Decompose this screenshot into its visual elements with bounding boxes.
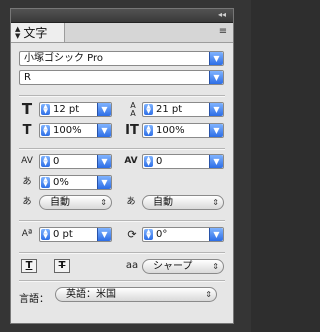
horizontal-scale-icon: IT bbox=[125, 123, 139, 138]
vertical-scale-icon: T bbox=[22, 123, 32, 138]
tracking-icon: AV bbox=[124, 156, 138, 166]
chevron-down-icon[interactable]: ▼ bbox=[97, 103, 111, 116]
tsume-field[interactable]: ▲ ▼ 0% ▼ bbox=[39, 175, 112, 190]
horizontal-scale-value: 100% bbox=[156, 125, 185, 136]
font-family-value: 小塚ゴシック Pro bbox=[24, 53, 104, 64]
separator bbox=[19, 220, 225, 222]
stepper-icon[interactable]: ▲ ▼ bbox=[144, 104, 153, 115]
chevron-down-icon[interactable]: ▼ bbox=[209, 155, 223, 168]
updown-icon: ⇕ bbox=[212, 262, 219, 271]
antialias-dropdown[interactable]: シャープ ⇕ bbox=[142, 259, 224, 274]
horizontal-scale-field[interactable]: ▲ ▼ 100% ▼ bbox=[142, 123, 224, 138]
tsume-value: 0% bbox=[53, 177, 69, 188]
stepper-icon[interactable]: ▲ ▼ bbox=[41, 177, 50, 188]
tracking-field[interactable]: ▲ ▼ 0 ▼ bbox=[142, 154, 224, 169]
tab-character[interactable]: ▲ ▼ 文字 bbox=[11, 23, 65, 42]
rotation-field[interactable]: ▲ ▼ 0° ▼ bbox=[142, 227, 224, 242]
stepper-icon[interactable]: ▲ ▼ bbox=[41, 125, 50, 136]
font-style-value: R bbox=[24, 72, 31, 83]
antialias-value: シャープ bbox=[153, 261, 193, 272]
language-value: 英語：米国 bbox=[66, 289, 116, 300]
updown-icon: ⇕ bbox=[212, 198, 219, 207]
tab-label: 文字 bbox=[23, 26, 48, 40]
rotation-value: 0° bbox=[156, 229, 168, 240]
underline-button[interactable]: T bbox=[21, 259, 37, 273]
aki-after-icon: あ bbox=[126, 197, 136, 207]
stepper-icon[interactable]: ▲ ▼ bbox=[144, 156, 153, 167]
stepper-icon[interactable]: ▲ ▼ bbox=[144, 229, 153, 240]
kerning-field[interactable]: ▲ ▼ 0 ▼ bbox=[39, 154, 112, 169]
rotation-icon: ⟳ bbox=[127, 228, 137, 241]
panel-menu-icon[interactable]: ≡ bbox=[216, 26, 230, 38]
chevron-down-icon[interactable]: ▼ bbox=[209, 228, 223, 241]
tab-row: ▲ ▼ 文字 ≡ bbox=[11, 23, 233, 43]
font-size-field[interactable]: ▲ ▼ 12 pt ▼ bbox=[39, 102, 112, 117]
font-family-dropdown[interactable]: 小塚ゴシック Pro ▼ bbox=[19, 51, 224, 66]
leading-field[interactable]: ▲ ▼ 21 pt ▼ bbox=[142, 102, 224, 117]
chevron-down-icon[interactable]: ▼ bbox=[97, 124, 111, 137]
stepper-icon[interactable]: ▲ ▼ bbox=[41, 229, 50, 240]
kerning-icon: AV bbox=[21, 156, 33, 166]
antialias-icon: aa bbox=[125, 260, 139, 271]
leading-value: 21 pt bbox=[156, 104, 183, 115]
vertical-scale-value: 100% bbox=[53, 125, 82, 136]
strikethrough-button[interactable]: T bbox=[54, 259, 70, 273]
aki-after-dropdown[interactable]: 自動 ⇕ bbox=[142, 195, 224, 210]
leading-icon: AA bbox=[130, 101, 136, 118]
baseline-shift-icon: Aª bbox=[21, 229, 33, 239]
baseline-shift-value: 0 pt bbox=[53, 229, 73, 240]
tab-toggle-icon[interactable]: ▲ ▼ bbox=[15, 25, 20, 40]
aki-after-value: 自動 bbox=[153, 197, 173, 208]
vertical-scale-field[interactable]: ▲ ▼ 100% ▼ bbox=[39, 123, 112, 138]
language-dropdown[interactable]: 英語：米国 ⇕ bbox=[55, 287, 217, 302]
stepper-icon[interactable]: ▲ ▼ bbox=[41, 156, 50, 167]
collapse-icon[interactable]: ◂◂ bbox=[215, 10, 229, 20]
character-panel: ◂◂ ▲ ▼ 文字 ≡ 小塚ゴシック Pro ▼ R ▼ T ▲ ▼ 12 pt ▼… bbox=[0, 0, 251, 332]
panel-frame: ◂◂ ▲ ▼ 文字 ≡ 小塚ゴシック Pro ▼ R ▼ T ▲ ▼ 12 pt ▼… bbox=[10, 8, 234, 324]
aki-before-icon: あ bbox=[22, 197, 32, 207]
separator bbox=[19, 95, 225, 97]
separator bbox=[19, 252, 225, 254]
stepper-icon[interactable]: ▲ ▼ bbox=[144, 125, 153, 136]
kerning-value: 0 bbox=[53, 156, 60, 167]
chevron-down-icon[interactable]: ▼ bbox=[209, 103, 223, 116]
separator bbox=[19, 148, 225, 150]
font-size-value: 12 pt bbox=[53, 104, 80, 115]
updown-icon: ⇕ bbox=[100, 198, 107, 207]
font-size-icon: T bbox=[21, 100, 33, 118]
font-style-dropdown[interactable]: R ▼ bbox=[19, 70, 224, 85]
language-label: 言語： bbox=[19, 294, 49, 305]
tracking-value: 0 bbox=[156, 156, 163, 167]
panel-titlebar: ◂◂ bbox=[11, 9, 233, 23]
aki-before-value: 自動 bbox=[50, 197, 70, 208]
updown-icon: ⇕ bbox=[205, 290, 212, 299]
baseline-shift-field[interactable]: ▲ ▼ 0 pt ▼ bbox=[39, 227, 112, 242]
tsume-icon: あ bbox=[22, 177, 32, 187]
stepper-icon[interactable]: ▲ ▼ bbox=[41, 104, 50, 115]
separator bbox=[19, 280, 225, 282]
chevron-down-icon[interactable]: ▼ bbox=[97, 155, 111, 168]
chevron-down-icon[interactable]: ▼ bbox=[209, 124, 223, 137]
aki-before-dropdown[interactable]: 自動 ⇕ bbox=[39, 195, 112, 210]
chevron-down-icon[interactable]: ▼ bbox=[97, 176, 111, 189]
chevron-down-icon[interactable]: ▼ bbox=[209, 52, 223, 65]
chevron-down-icon[interactable]: ▼ bbox=[209, 71, 223, 84]
chevron-down-icon[interactable]: ▼ bbox=[97, 228, 111, 241]
